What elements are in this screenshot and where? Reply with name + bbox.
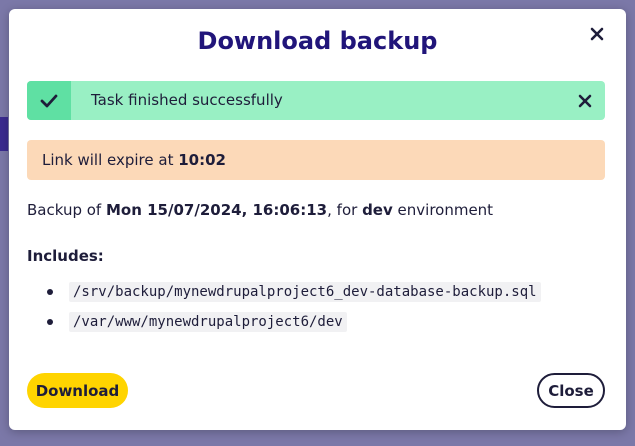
success-alert-text: Task finished successfully: [91, 91, 283, 109]
backup-prefix: Backup of: [27, 201, 106, 219]
backup-middle: , for: [327, 201, 363, 219]
includes-list: /srv/backup/mynewdrupalproject6_dev-data…: [27, 277, 541, 337]
list-item: /srv/backup/mynewdrupalproject6_dev-data…: [27, 277, 541, 307]
close-icon: [590, 27, 604, 41]
include-path: /var/www/mynewdrupalproject6/dev: [69, 312, 347, 332]
success-alert: Task finished successfully: [27, 81, 605, 120]
expiry-alert: Link will expire at 10:02: [27, 140, 605, 180]
check-icon: [40, 94, 58, 107]
success-icon-box: [27, 81, 71, 120]
download-button[interactable]: Download: [27, 373, 128, 408]
includes-label: Includes:: [27, 247, 104, 265]
backup-datetime: Mon 15/07/2024, 16:06:13: [105, 201, 328, 219]
close-button[interactable]: Close: [537, 373, 605, 408]
download-backup-dialog: Download backup Task finished successful…: [9, 9, 626, 430]
success-alert-dismiss-button[interactable]: [575, 91, 595, 111]
expiry-alert-prefix: Link will expire at: [42, 151, 179, 169]
dialog-close-button[interactable]: [586, 23, 608, 45]
expiry-time: 10:02: [178, 151, 226, 169]
bullet-icon: [47, 319, 53, 325]
backup-description: Backup of Mon 15/07/2024, 16:06:13, for …: [27, 201, 493, 219]
backup-suffix: environment: [392, 201, 494, 219]
dialog-title: Download backup: [197, 27, 438, 55]
backup-environment: dev: [362, 201, 393, 219]
backdrop-accent: [0, 117, 8, 151]
include-path: /srv/backup/mynewdrupalproject6_dev-data…: [69, 282, 541, 302]
close-icon: [578, 94, 592, 108]
bullet-icon: [47, 289, 53, 295]
list-item: /var/www/mynewdrupalproject6/dev: [27, 307, 541, 337]
